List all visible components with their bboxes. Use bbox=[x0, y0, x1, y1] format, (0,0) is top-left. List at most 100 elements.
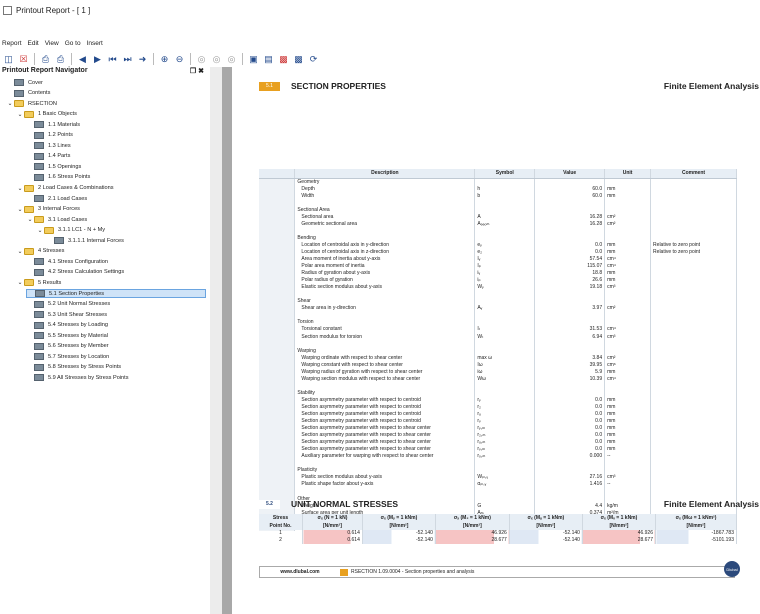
table-cell: Warping radius of gyration with respect … bbox=[294, 368, 476, 376]
zoom-out-icon[interactable]: ⊖ bbox=[173, 53, 186, 66]
tree-item[interactable]: 5.3 Unit Shear Stresses bbox=[26, 310, 107, 319]
folder-icon bbox=[34, 216, 44, 224]
tree-item-label: 4 Stresses bbox=[38, 248, 65, 255]
tree-item[interactable]: Cover bbox=[6, 78, 43, 87]
tree-item[interactable]: 5.7 Stresses by Location bbox=[26, 352, 109, 361]
tree-item-label: 1 Basic Objects bbox=[38, 111, 77, 118]
chevron-down-icon[interactable]: ⌄ bbox=[16, 185, 24, 192]
tree-item[interactable]: ⌄ 3 Internal Forces bbox=[16, 205, 80, 214]
table-cell bbox=[534, 389, 606, 397]
tree-item[interactable]: 5.4 Stresses by Loading bbox=[26, 321, 108, 330]
tree-item[interactable]: 4.1 Stress Configuration bbox=[26, 257, 108, 266]
graphic-settings-icon[interactable]: ◎ bbox=[210, 53, 223, 66]
column-header-title: σₓ (N = 1 kN) bbox=[317, 515, 348, 521]
chevron-down-icon[interactable]: ⌄ bbox=[16, 111, 24, 118]
tree-item-label: 5.4 Stresses by Loading bbox=[48, 322, 109, 329]
chevron-down-icon[interactable]: ⌄ bbox=[36, 227, 44, 234]
tree-item-label: 1.6 Stress Points bbox=[48, 174, 91, 181]
menu-report[interactable]: Report bbox=[2, 40, 22, 50]
tree-item[interactable]: 5.9 All Stresses by Stress Points bbox=[26, 373, 129, 382]
column-header-unit: [N/mm²] bbox=[323, 523, 342, 529]
go-to-icon[interactable]: ➜ bbox=[136, 53, 149, 66]
table-icon[interactable]: ▤ bbox=[262, 53, 275, 66]
tree-item[interactable]: ⌄ 5 Results bbox=[16, 278, 61, 287]
table-row: Warping section modulus with respect to … bbox=[259, 375, 737, 383]
new-report-icon[interactable]: ◫ bbox=[2, 53, 15, 66]
tree-item[interactable]: 1.5 Openings bbox=[26, 162, 81, 171]
chevron-down-icon[interactable]: ⌄ bbox=[16, 206, 24, 213]
first-page-icon[interactable]: ⏮ bbox=[106, 53, 119, 66]
tree-item[interactable]: ⌄ 1 Basic Objects bbox=[16, 110, 77, 119]
close-icon[interactable]: ✖ bbox=[198, 68, 204, 75]
window-title: Printout Report - [ 1 ] bbox=[16, 5, 91, 15]
graphic-icon[interactable]: ◎ bbox=[195, 53, 208, 66]
menu-view[interactable]: View bbox=[45, 40, 59, 50]
previous-page-icon[interactable]: ◀ bbox=[76, 53, 89, 66]
table-cell: Relative to zero point bbox=[650, 241, 737, 249]
tree-item[interactable]: 2.1 Load Cases bbox=[26, 194, 87, 203]
tree-item[interactable]: 5.1 Section Properties bbox=[26, 289, 206, 298]
layout-icon[interactable]: ▣ bbox=[247, 53, 260, 66]
tree-item-label: 1.2 Points bbox=[48, 132, 73, 139]
table-cell bbox=[259, 199, 296, 207]
tree-item[interactable]: 5.2 Unit Normal Stresses bbox=[26, 300, 110, 309]
next-page-icon[interactable]: ▶ bbox=[91, 53, 104, 66]
table-row bbox=[259, 382, 737, 390]
rsection-logo-icon bbox=[340, 568, 348, 576]
last-page-icon[interactable]: ⏭ bbox=[121, 53, 134, 66]
table-cell bbox=[604, 234, 652, 242]
pin-icon[interactable]: ❒ bbox=[190, 68, 196, 75]
table-cell: rᵧ,ₘ bbox=[474, 425, 536, 433]
table-cell bbox=[604, 389, 652, 397]
tree-item[interactable]: 1.6 Stress Points bbox=[26, 173, 90, 182]
table-cell: Shear area in y-direction bbox=[294, 305, 476, 313]
print-icon[interactable]: ⎙ bbox=[39, 53, 52, 66]
export-icon[interactable]: ▩ bbox=[292, 53, 305, 66]
column-header: σₓ (N = 1 kN) [N/mm²] bbox=[302, 514, 363, 530]
tree-item[interactable]: 5.6 Stresses by Member bbox=[26, 342, 109, 351]
menu-edit[interactable]: Edit bbox=[28, 40, 39, 50]
chevron-down-icon[interactable]: ⌄ bbox=[16, 248, 24, 255]
tree-item[interactable]: ⌄ 3.1.1 LC1 - N + My bbox=[36, 226, 105, 235]
menu-insert[interactable]: Insert bbox=[87, 40, 103, 50]
table-cell: Plasticity bbox=[294, 467, 476, 475]
menu-goto[interactable]: Go to bbox=[65, 40, 81, 50]
graphic-edit-icon[interactable]: ◎ bbox=[225, 53, 238, 66]
table-cell: Location of centroidal axis in y-directi… bbox=[294, 241, 476, 249]
table-row bbox=[259, 291, 737, 299]
tree-item[interactable]: 1.1 Materials bbox=[26, 120, 80, 129]
tree-item[interactable]: 3.1.1.1 Internal Forces bbox=[46, 236, 124, 245]
refresh-icon[interactable]: ⟳ bbox=[307, 53, 320, 66]
tree-item[interactable]: 1.2 Points bbox=[26, 131, 73, 140]
tree-item[interactable]: 5.8 Stresses by Stress Points bbox=[26, 363, 121, 372]
table-cell bbox=[604, 291, 652, 299]
table-row: Location of centroidal axis in y-directi… bbox=[259, 241, 737, 249]
print-preview-icon[interactable]: ⎙ bbox=[54, 53, 67, 66]
chevron-down-icon[interactable]: ⌄ bbox=[6, 100, 14, 107]
tree-item[interactable]: ⌄ 4 Stresses bbox=[16, 247, 64, 256]
table-cell: cm² bbox=[604, 354, 652, 362]
tree-item-label: 1.3 Lines bbox=[48, 142, 71, 149]
table-cell bbox=[259, 354, 296, 362]
tree-item[interactable]: ⌄ 3.1 Load Cases bbox=[26, 215, 87, 224]
chevron-down-icon[interactable]: ⌄ bbox=[16, 279, 24, 286]
delete-report-icon[interactable]: ☒ bbox=[17, 53, 30, 66]
table-cell: rᵤ bbox=[474, 411, 536, 419]
tree-item[interactable]: 1.4 Parts bbox=[26, 152, 70, 161]
tree-item[interactable]: ⌄ 2 Load Cases & Combinations bbox=[16, 184, 114, 193]
zoom-in-icon[interactable]: ⊕ bbox=[158, 53, 171, 66]
table-cell bbox=[534, 488, 606, 496]
table-cell: Relative to zero point bbox=[650, 248, 737, 256]
chevron-down-icon[interactable]: ⌄ bbox=[26, 216, 34, 223]
table-cell: Plastic section modulus about y-axis bbox=[294, 474, 476, 482]
export-pdf-icon[interactable]: ▩ bbox=[277, 53, 290, 66]
column-header-unit: [N/mm²] bbox=[462, 523, 482, 529]
tree-item[interactable]: ⌄ RSECTION bbox=[6, 99, 57, 108]
tree-item[interactable]: 5.5 Stresses by Material bbox=[26, 331, 108, 340]
table-cell: Auxiliary parameter for warping with res… bbox=[294, 453, 476, 461]
tree-item[interactable]: 1.3 Lines bbox=[26, 141, 71, 150]
table-cell: Radius of gyration about y-axis bbox=[294, 270, 476, 278]
tree-item[interactable]: Contents bbox=[6, 89, 50, 98]
navigator-scrollbar[interactable] bbox=[210, 67, 222, 614]
tree-item[interactable]: 4.2 Stress Calculation Settings bbox=[26, 268, 124, 277]
